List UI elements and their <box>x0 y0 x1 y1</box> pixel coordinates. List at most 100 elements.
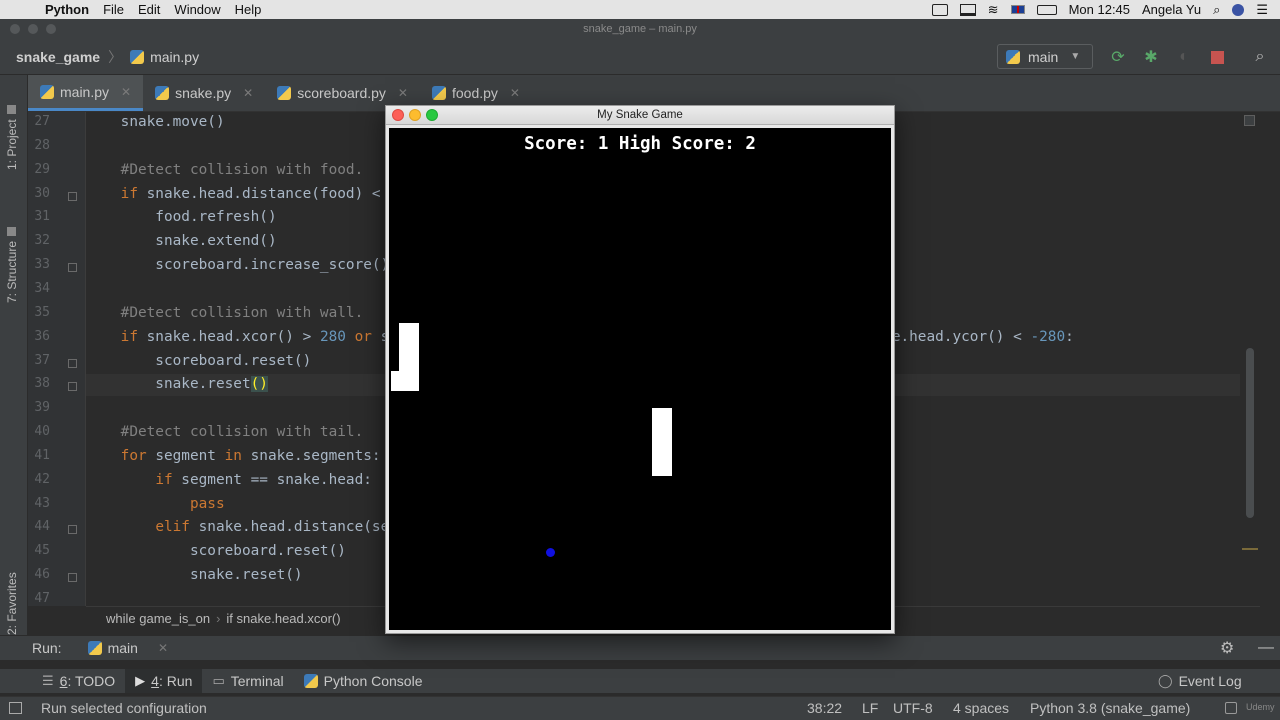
terminal-icon: ▭ <box>212 673 225 688</box>
code-line: #Detect collision with food. <box>86 161 364 178</box>
structure-icon <box>7 226 16 236</box>
scrollbar-thumb[interactable] <box>1246 348 1254 518</box>
caret-position[interactable]: 38:22 <box>807 700 842 716</box>
tool-window-project[interactable]: 1: Project <box>5 105 19 170</box>
scrollbar-marker[interactable] <box>1242 548 1258 550</box>
run-with-coverage-button[interactable]: ◐ <box>1175 48 1193 66</box>
code-line: snake.extend() <box>86 233 277 250</box>
battery-icon[interactable] <box>1036 4 1057 15</box>
spotlight-search-icon[interactable]: ⌕ <box>1213 2 1220 18</box>
breadcrumb-project[interactable]: snake_game <box>16 49 100 65</box>
code-line: food.refresh() <box>86 209 277 226</box>
menubar-clock[interactable]: Mon 12:45 <box>1069 2 1130 17</box>
macos-menubar: Python File Edit Window Help ≋ Mon 12:45… <box>0 0 1280 19</box>
breadcrumb-if[interactable]: if snake.head.xcor() <box>226 611 340 626</box>
close-icon[interactable]: ✕ <box>121 85 131 99</box>
game-canvas[interactable]: Score: 1 High Score: 2 <box>389 128 891 630</box>
menu-help[interactable]: Help <box>235 2 262 17</box>
rerun-button[interactable]: ⟳ <box>1109 48 1127 66</box>
bottom-tool-tabs: ☰ 6: TODO ▶ 4: Run ▭ Terminal Python Con… <box>0 669 1280 693</box>
close-icon[interactable]: ✕ <box>158 641 168 655</box>
python-run-icon <box>87 641 102 655</box>
play-icon: ▶ <box>135 673 146 688</box>
event-log-label: Event Log <box>1178 673 1242 689</box>
tool-tab-event-log[interactable]: ◯ Event Log <box>1148 669 1252 693</box>
fold-marker-icon[interactable] <box>68 525 77 535</box>
snake-game-window[interactable]: My Snake Game Score: 1 High Score: 2 <box>385 105 895 634</box>
python-run-config-icon <box>1006 49 1020 64</box>
notification-center-icon[interactable]: ☰ <box>1256 2 1268 18</box>
line-number: 35 <box>34 304 50 320</box>
close-icon[interactable]: ✕ <box>398 86 408 100</box>
python-interpreter[interactable]: Python 3.8 (snake_game) <box>1030 700 1190 716</box>
line-number: 27 <box>34 114 50 129</box>
hide-panel-icon[interactable]: — <box>1258 639 1274 657</box>
game-window-title: My Snake Game <box>597 109 683 121</box>
fold-marker-icon[interactable] <box>68 573 77 583</box>
indent-setting[interactable]: 4 spaces <box>953 700 1009 716</box>
breadcrumb-file[interactable]: main.py <box>130 49 199 65</box>
siri-icon[interactable] <box>1232 3 1245 16</box>
tool-tab-python-console[interactable]: Python Console <box>294 669 433 693</box>
tool-tab-run[interactable]: ▶ 4: Run <box>125 669 203 693</box>
line-number: 44 <box>34 519 50 535</box>
inspection-status-icon[interactable] <box>1244 115 1255 126</box>
code-line: scoreboard.reset() <box>86 352 312 369</box>
ide-zoom-button[interactable] <box>46 24 56 34</box>
tool-window-favorites[interactable]: 2: Favorites <box>5 572 19 635</box>
snake-segment-left-foot <box>391 371 403 391</box>
tool-tab-terminal[interactable]: ▭ Terminal <box>202 669 293 693</box>
editor-gutter[interactable]: 27 28 29 30 31 32 33 34 35 36 37 38 39 40 41 42 43 44 45 46… <box>28 112 86 606</box>
ide-minimize-button[interactable] <box>28 24 38 34</box>
line-number: 34 <box>34 280 50 296</box>
airplay-icon[interactable] <box>959 3 976 16</box>
toggle-tool-windows-icon[interactable] <box>9 702 22 714</box>
line-number: 32 <box>34 233 50 249</box>
run-configuration-dropdown[interactable]: main ▼ <box>997 44 1093 69</box>
close-icon[interactable]: ✕ <box>243 86 253 100</box>
code-line: if snake.head.distance(food) < 15: <box>120 185 416 202</box>
input-source-flag-icon[interactable] <box>1010 5 1025 14</box>
line-separator[interactable]: LF <box>862 700 878 716</box>
screen-record-icon[interactable] <box>931 3 948 16</box>
gear-icon[interactable]: ⚙ <box>1220 638 1234 658</box>
close-icon[interactable]: ✕ <box>510 86 520 100</box>
game-minimize-button[interactable] <box>409 109 421 121</box>
lock-icon[interactable] <box>1225 702 1237 714</box>
ide-close-button[interactable] <box>10 24 20 34</box>
python-console-icon <box>303 674 318 688</box>
status-message: Run selected configuration <box>41 700 207 716</box>
breadcrumb-while[interactable]: while game_is_on <box>106 611 210 626</box>
tab-snake-py[interactable]: snake.py ✕ <box>143 75 265 111</box>
debug-button[interactable]: ✱ <box>1142 48 1160 66</box>
tool-window-structure[interactable]: 7: Structure <box>5 226 19 303</box>
wifi-icon[interactable]: ≋ <box>988 2 999 18</box>
game-zoom-button[interactable] <box>426 109 438 121</box>
code-line: pass <box>189 495 225 512</box>
tool-structure-label: 7: Structure <box>5 240 19 303</box>
menu-window[interactable]: Window <box>174 2 220 17</box>
editor-scrollbar[interactable] <box>1240 112 1260 606</box>
python-file-icon <box>155 86 170 100</box>
snake-game-title-bar[interactable]: My Snake Game <box>386 106 894 125</box>
line-number: 30 <box>34 185 50 201</box>
menu-file[interactable]: File <box>103 2 124 17</box>
line-number: 36 <box>34 328 50 344</box>
menu-edit[interactable]: Edit <box>138 2 160 17</box>
fold-marker-icon[interactable] <box>68 382 77 392</box>
line-number: 31 <box>34 209 50 225</box>
fold-marker-icon[interactable] <box>68 358 77 368</box>
search-everywhere-icon[interactable]: ⌕ <box>1251 48 1269 66</box>
tab-label: snake.py <box>175 85 232 101</box>
menubar-user[interactable]: Angela Yu <box>1142 2 1201 17</box>
fold-marker-icon[interactable] <box>68 191 77 201</box>
menu-app-python[interactable]: Python <box>45 2 89 17</box>
tab-main-py[interactable]: main.py ✕ <box>28 75 144 111</box>
stop-button[interactable] <box>1208 48 1226 66</box>
file-encoding[interactable]: UTF-8 <box>893 700 933 716</box>
line-number: 43 <box>34 495 50 511</box>
game-close-button[interactable] <box>392 109 404 121</box>
tool-tab-todo[interactable]: ☰ 6: TODO <box>32 669 125 693</box>
run-tab-main[interactable]: main ✕ <box>87 640 168 656</box>
fold-marker-icon[interactable] <box>68 263 77 273</box>
